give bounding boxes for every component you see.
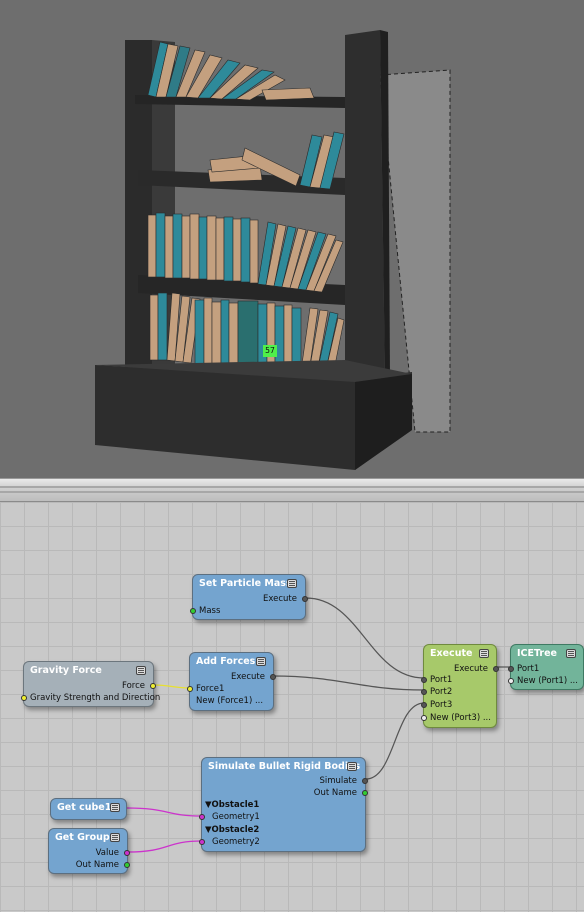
port-group-obstacle2[interactable]: ▼Obstacle2 (205, 825, 259, 835)
node-execute[interactable]: Execute Execute Port1 Port2 Port3 New (P… (421, 644, 499, 728)
port-force-output: Force (122, 681, 145, 691)
splitter-groove (0, 486, 584, 488)
port-port1-input: Port1 (430, 675, 453, 685)
wire-group-to-geometry2 (127, 840, 203, 853)
port-connector[interactable] (493, 666, 499, 672)
port-connector[interactable] (508, 678, 514, 684)
port-simulate-output: Simulate (319, 776, 357, 786)
wire-forces-to-port2 (272, 675, 425, 691)
node-title: Add Forces (196, 656, 256, 667)
port-port2-input: Port2 (430, 687, 453, 697)
node-menu-icon[interactable] (110, 833, 120, 842)
port-value-output: Value (95, 848, 119, 858)
port-connector[interactable] (187, 686, 193, 692)
port-port1-input: Port1 (517, 664, 540, 674)
node-title: Get cube1 (57, 802, 112, 813)
node-menu-icon[interactable] (479, 649, 489, 658)
port-connector[interactable] (124, 850, 130, 856)
node-get-group[interactable]: Get Group Value Out Name (48, 828, 130, 874)
port-connector[interactable] (362, 790, 368, 796)
books-shelf-1 (147, 41, 315, 101)
node-set-particle-mass[interactable]: Set Particle Mass Execute Mass (190, 574, 308, 620)
node-title: Execute (430, 648, 473, 659)
node-menu-icon[interactable] (287, 579, 297, 588)
port-group-obstacle1[interactable]: ▼Obstacle1 (205, 800, 259, 810)
bookshelf-render (95, 30, 451, 470)
port-force1-input: Force1 (196, 684, 225, 694)
port-connector[interactable] (124, 862, 130, 868)
splitter-groove (0, 491, 584, 493)
node-menu-icon[interactable] (566, 649, 576, 658)
port-mass-input: Mass (199, 606, 221, 616)
node-menu-icon[interactable] (110, 803, 120, 812)
node-simulate-bullet-rigid-bodies[interactable]: Simulate Bullet Rigid Bodies Simulate Ou… (199, 757, 368, 852)
port-new-input[interactable]: New (Port3) ... (430, 713, 491, 723)
port-connector[interactable] (421, 677, 427, 683)
port-connector[interactable] (362, 778, 368, 784)
port-connector[interactable] (190, 608, 196, 614)
node-menu-icon[interactable] (256, 657, 266, 666)
ice-tree-graph[interactable]: Set Particle Mass Execute Mass Gravity F… (0, 502, 584, 912)
node-title: Get Group (55, 832, 110, 843)
node-icetree[interactable]: ICETree Port1 New (Port1) ... (508, 644, 584, 690)
port-geometry2-input: Geometry2 (212, 837, 260, 847)
port-port3-input: Port3 (430, 700, 453, 710)
port-connector[interactable] (508, 666, 514, 672)
port-out-name-output: Out Name (75, 860, 119, 870)
port-connector[interactable] (421, 689, 427, 695)
port-connector[interactable] (21, 695, 27, 701)
port-connector[interactable] (150, 683, 156, 689)
panel-splitter[interactable] (0, 478, 584, 502)
node-title: Set Particle Mass (199, 578, 292, 589)
port-connector[interactable] (199, 814, 205, 820)
wire-mass-to-port1 (305, 597, 425, 679)
port-new-input[interactable]: New (Force1) ... (196, 696, 263, 706)
node-get-cube1[interactable]: Get cube1 (50, 798, 127, 820)
port-execute-output: Execute (231, 672, 265, 682)
port-connector[interactable] (199, 839, 205, 845)
frame-marker: 57 (263, 345, 277, 357)
wire-simulate-to-port3 (365, 702, 425, 780)
node-title: Gravity Force (30, 665, 102, 676)
port-new-input[interactable]: New (Port1) ... (517, 676, 578, 686)
port-connector[interactable] (421, 715, 427, 721)
wire-cube1-to-geometry1 (126, 807, 203, 817)
node-menu-icon[interactable] (136, 666, 146, 675)
node-title: ICETree (517, 648, 558, 659)
wire-gravity-to-force1 (153, 684, 191, 689)
node-menu-icon[interactable] (347, 762, 357, 771)
node-title: Simulate Bullet Rigid Bodies (208, 761, 361, 772)
port-gravity-input: Gravity Strength and Direction (30, 693, 161, 703)
port-connector[interactable] (421, 702, 427, 708)
node-add-forces[interactable]: Add Forces Execute Force1 New (Force1) .… (187, 652, 276, 711)
port-execute-output: Execute (454, 664, 488, 674)
3d-viewport[interactable]: 57 (0, 0, 584, 478)
node-gravity-force[interactable]: Gravity Force Force Gravity Strength and… (21, 661, 160, 707)
port-execute-output: Execute (263, 594, 297, 604)
port-connector[interactable] (302, 596, 308, 602)
port-geometry1-input: Geometry1 (212, 812, 260, 822)
port-out-name-output: Out Name (313, 788, 357, 798)
port-connector[interactable] (270, 674, 276, 680)
